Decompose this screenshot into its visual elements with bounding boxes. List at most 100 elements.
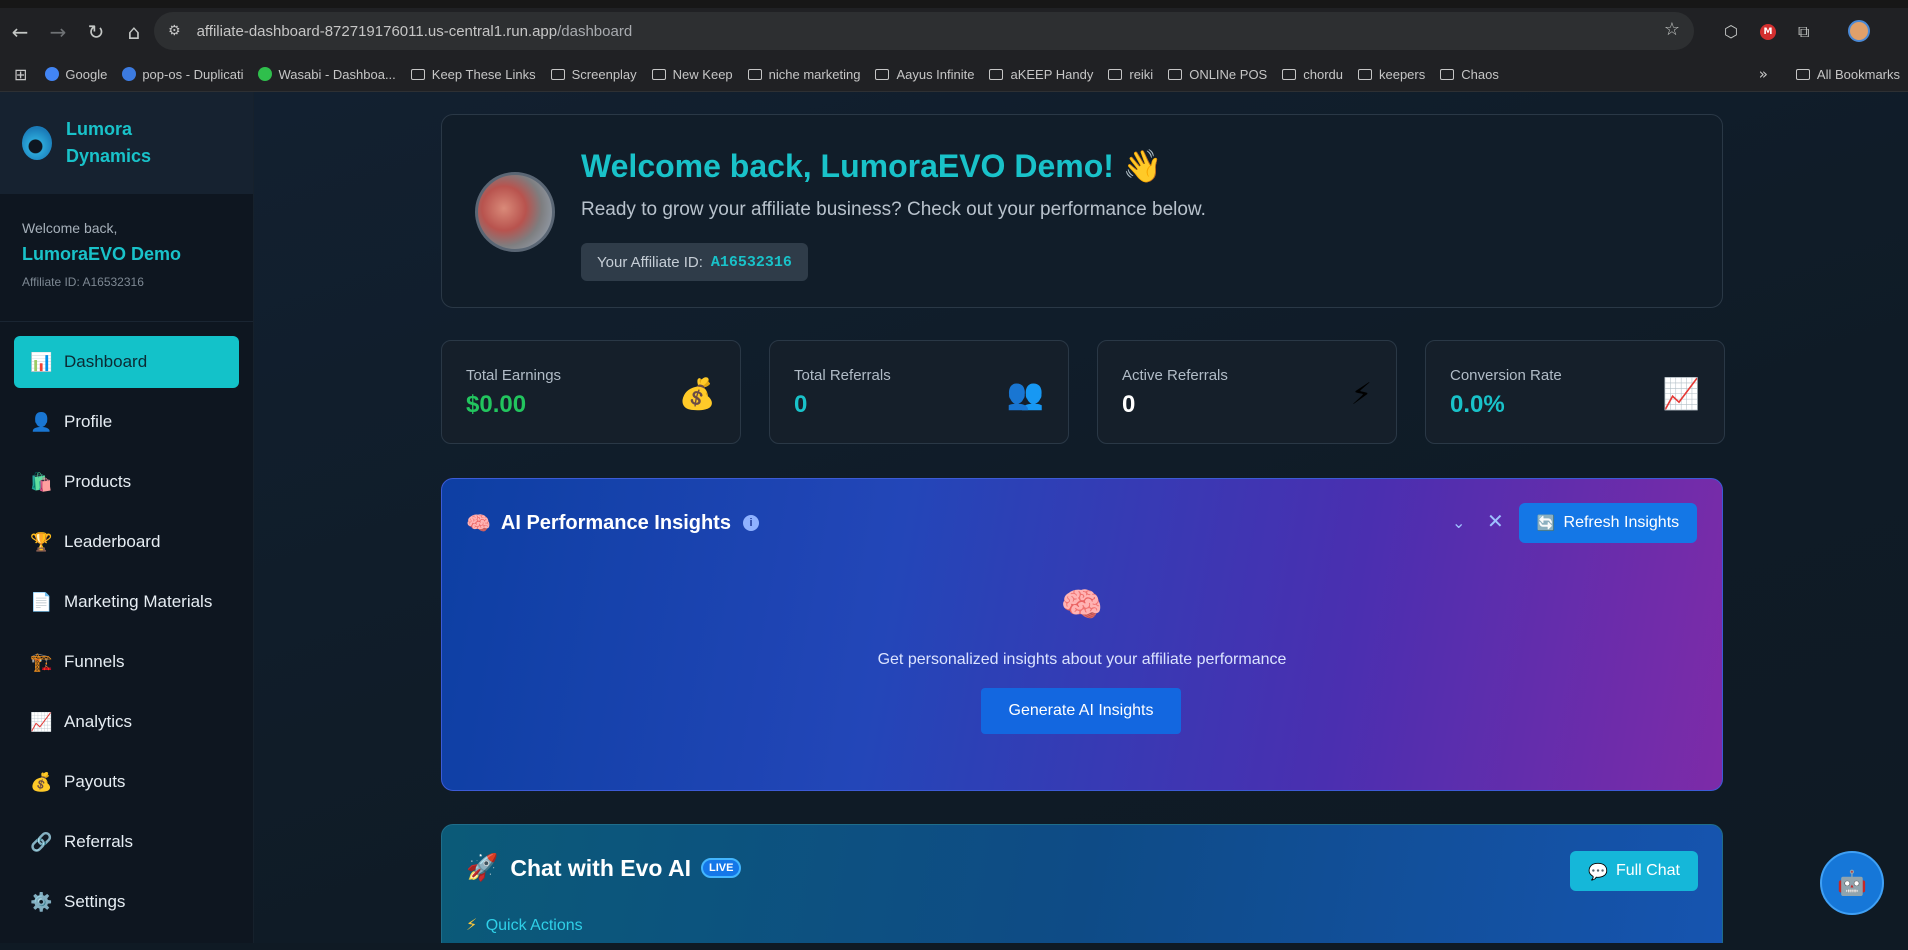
refresh-insights-label: Refresh Insights xyxy=(1563,514,1680,531)
stat-value: 0.0% xyxy=(1450,391,1505,418)
stat-value: 0 xyxy=(794,391,808,418)
nav-icon: 📈 xyxy=(30,711,53,733)
sidebar-item-label: Referrals xyxy=(64,832,133,851)
reload-icon[interactable]: ↻ xyxy=(78,14,114,50)
bookmark-star-icon[interactable]: ☆ xyxy=(1664,19,1680,40)
stat-icon: 📈 xyxy=(1662,377,1700,412)
full-chat-button[interactable]: 💬 Full Chat xyxy=(1570,851,1698,891)
user-box: Welcome back, LumoraEVO Demo Affiliate I… xyxy=(0,194,253,322)
bookmark-item[interactable]: Keep These Links xyxy=(410,67,536,82)
sidebar-item-label: Leaderboard xyxy=(64,532,161,551)
folder-icon xyxy=(651,68,666,80)
chat-card: 🚀 Chat with Evo AI LIVE 💬 Full Chat ⚡ Qu… xyxy=(441,824,1723,943)
logo-icon xyxy=(22,126,52,160)
bookmark-item[interactable]: Google xyxy=(45,67,107,82)
bookmark-item[interactable]: reiki xyxy=(1108,67,1153,82)
sidebar-item-products[interactable]: 🛍️ Products xyxy=(14,456,239,508)
folder-icon xyxy=(1168,68,1183,80)
sidebar-item-payouts[interactable]: 💰 Payouts xyxy=(14,756,239,808)
sidebar-item-profile[interactable]: 👤 Profile xyxy=(14,396,239,448)
avatar xyxy=(475,172,555,252)
info-icon[interactable]: i xyxy=(742,515,759,531)
sidebar-item-label: Dashboard xyxy=(64,352,148,371)
bookmark-item[interactable]: Aayus Infinite xyxy=(875,67,974,82)
bookmark-item[interactable]: Screenplay xyxy=(550,66,637,82)
sidebar-item-referrals[interactable]: 🔗 Referrals xyxy=(14,816,239,868)
chevron-down-icon[interactable]: ⌄ xyxy=(1452,513,1465,532)
main-content: Welcome back, LumoraEVO Demo! 👋 Ready to… xyxy=(254,92,1908,943)
bookmark-label: keepers xyxy=(1378,66,1426,82)
bookmark-item[interactable]: chordu xyxy=(1282,67,1343,82)
rocket-icon: 🚀 xyxy=(466,853,499,883)
welcome-title: Welcome back, LumoraEVO Demo! 👋 xyxy=(581,148,1163,184)
folder-icon xyxy=(747,68,762,80)
all-bookmarks[interactable]: All Bookmarks xyxy=(1795,67,1900,82)
bookmark-label: Google xyxy=(65,66,108,82)
sidebar-item-label: Marketing Materials xyxy=(64,592,213,611)
home-icon[interactable]: ⌂ xyxy=(116,14,152,50)
stats-row: Total Earnings $0.00 💰 Total Referrals 0 👥 Act… xyxy=(441,340,1725,444)
ai-insights-description: Get personalized insights about your aff… xyxy=(877,651,1287,668)
stat-label: Total Referrals xyxy=(794,367,891,384)
folder-icon xyxy=(1357,68,1372,80)
generate-ai-insights-button[interactable]: Generate AI Insights xyxy=(981,688,1181,734)
folder-icon xyxy=(989,68,1004,80)
quick-actions-label: Quick Actions xyxy=(485,917,583,934)
quick-actions[interactable]: ⚡ Quick Actions xyxy=(466,915,583,935)
red-extension-icon[interactable]: M xyxy=(1760,24,1776,40)
puzzle-extensions-icon[interactable]: ⧉ xyxy=(1798,22,1809,42)
sidebar-item-leaderboard[interactable]: 🏆 Leaderboard xyxy=(14,516,239,568)
refresh-insights-button[interactable]: 🔄 Refresh Insights xyxy=(1519,503,1697,543)
sidebar-item-marketing-materials[interactable]: 📄 Marketing Materials xyxy=(14,576,239,628)
stat-card: Conversion Rate 0.0% 📈 xyxy=(1425,340,1725,444)
profile-avatar[interactable] xyxy=(1848,20,1870,42)
bookmark-item[interactable]: aKEEP Handy xyxy=(989,67,1093,82)
back-icon[interactable]: ← xyxy=(2,14,38,50)
lightning-icon: ⚡ xyxy=(466,915,478,934)
ai-insights-title: AI Performance Insights xyxy=(500,511,731,534)
sidebar-item-dashboard[interactable]: 📊 Dashboard xyxy=(14,336,239,388)
affiliate-id-value: A16532316 xyxy=(710,253,792,271)
browser-toolbar: ← → ↻ ⌂ ⚙ affiliate-dashboard-8727191760… xyxy=(0,8,1908,56)
brand[interactable]: Lumora Dynamics xyxy=(0,92,253,194)
bookmark-label: Chaos xyxy=(1461,66,1499,82)
bookmark-label: chordu xyxy=(1303,66,1343,82)
sidebar-affiliate-id: Affiliate ID: A16532316 xyxy=(22,275,144,289)
sidebar-item-analytics[interactable]: 📈 Analytics xyxy=(14,696,239,748)
live-badge: LIVE xyxy=(700,858,742,878)
bookmark-item[interactable]: pop-os - Duplicati xyxy=(122,67,243,82)
bookmark-item[interactable]: ONLINe POS xyxy=(1168,67,1267,82)
nav-icon: 👤 xyxy=(30,411,53,433)
sidebar-item-label: Funnels xyxy=(64,652,125,671)
browser-chrome: ← → ↻ ⌂ ⚙ affiliate-dashboard-8727191760… xyxy=(0,0,1908,92)
bookmark-item[interactable]: New Keep xyxy=(651,67,733,82)
nav-icon: 🛍️ xyxy=(30,471,53,493)
forward-icon[interactable]: → xyxy=(40,14,76,50)
sidebar-item-settings[interactable]: ⚙️ Settings xyxy=(14,876,239,928)
bookmark-label: aKEEP Handy xyxy=(1010,66,1094,82)
extension-icon[interactable]: ⬡ xyxy=(1724,22,1738,41)
address-bar[interactable]: ⚙ affiliate-dashboard-872719176011.us-ce… xyxy=(154,12,1694,50)
sidebar-item-label: Analytics xyxy=(64,712,133,731)
site-info-icon[interactable]: ⚙ xyxy=(168,23,181,39)
bookmark-item[interactable]: niche marketing xyxy=(747,67,860,82)
more-bookmarks-icon[interactable]: » xyxy=(1759,65,1768,83)
close-icon[interactable]: ✕ xyxy=(1487,509,1504,533)
favicon-icon xyxy=(122,67,137,81)
stat-card: Total Earnings $0.00 💰 xyxy=(441,340,741,444)
chatbot-fab-icon[interactable]: 🤖 xyxy=(1820,851,1884,915)
folder-icon xyxy=(1440,68,1455,80)
sidebar-item-funnels[interactable]: 🏗️ Funnels xyxy=(14,636,239,688)
sidebar-item-label: Products xyxy=(64,472,132,491)
ai-insights-card: 🧠 AI Performance Insights i ⌄ ✕ 🔄 Refres… xyxy=(441,478,1723,791)
apps-grid-icon[interactable]: ⊞ xyxy=(14,65,27,84)
brand-name: Lumora Dynamics xyxy=(66,119,152,166)
nav-icon: 🏗️ xyxy=(30,651,53,673)
bookmark-item[interactable]: Chaos xyxy=(1440,67,1499,82)
tab-strip xyxy=(0,0,1908,8)
bookmark-item[interactable]: keepers xyxy=(1357,66,1426,82)
folder-icon xyxy=(875,68,890,80)
bookmark-label: Screenplay xyxy=(571,66,637,82)
sidebar-nav: 📊 Dashboard 👤 Profile 🛍️ Products 🏆 Leaderboard… xyxy=(0,322,253,950)
bookmark-item[interactable]: Wasabi - Dashboa... xyxy=(258,67,396,82)
